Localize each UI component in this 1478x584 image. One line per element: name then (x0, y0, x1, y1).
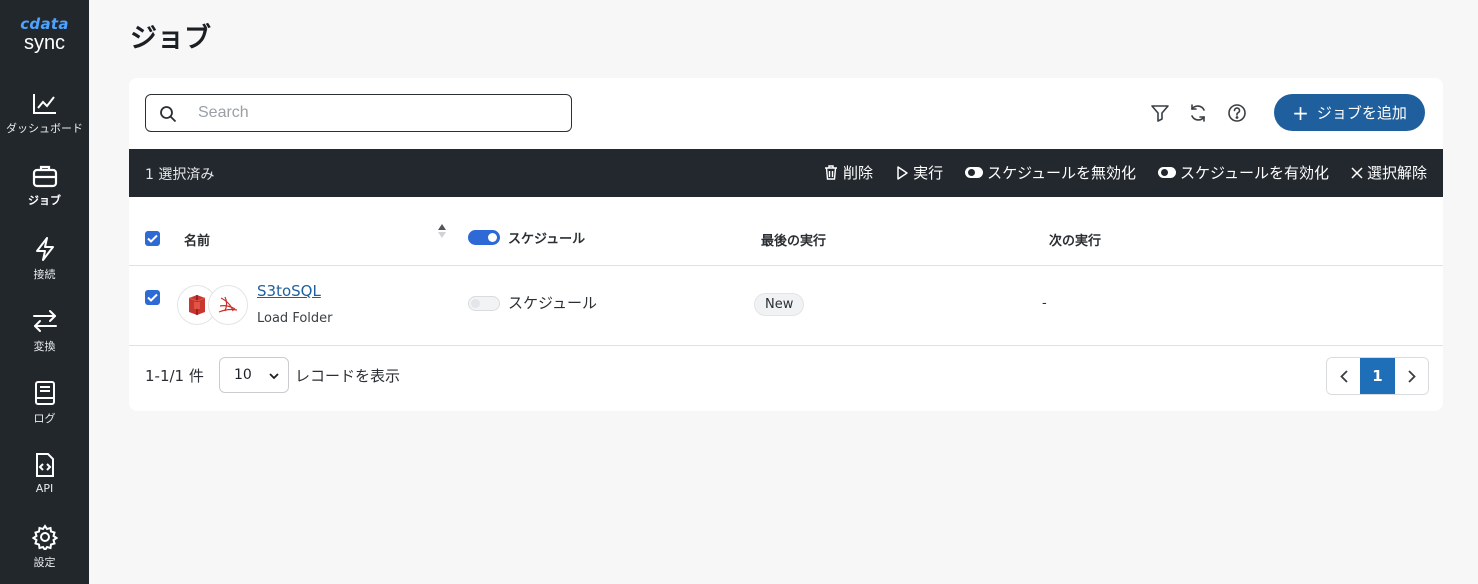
select-all-checkbox[interactable] (145, 231, 160, 246)
toggle-icon (1158, 167, 1177, 178)
disable-schedule-label: スケジュールを無効化 (987, 164, 1137, 182)
table-header: 名前 スケジュール 最後の実行 次の実行 (129, 197, 1443, 266)
selection-bar: 1 選択済み 削除 実行 スケジュールを無効化 スケジュールを有効化 選択解除 (129, 149, 1443, 197)
check-icon (147, 234, 158, 243)
pagination: 1 (1326, 357, 1429, 395)
sidebar-item-logs[interactable]: ログ (0, 380, 89, 426)
check-icon (147, 293, 158, 302)
sidebar-item-label: ログ (33, 412, 56, 425)
job-name-link[interactable]: S3toSQL (257, 282, 321, 300)
sidebar-item-label: 接続 (33, 268, 56, 281)
sidebar-item-label: ダッシュボード (6, 122, 83, 135)
chart-line-icon (32, 94, 56, 114)
next-page-button[interactable] (1395, 358, 1428, 394)
refresh-icon[interactable] (1187, 102, 1209, 124)
page-size-label: レコードを表示 (295, 367, 401, 385)
sql-server-icon (208, 285, 248, 325)
sidebar: cdata sync ダッシュボード ジョブ 接続 変換 ログ API 設定 (0, 0, 89, 584)
search-box (145, 94, 572, 132)
play-icon (897, 165, 908, 180)
page-title: ジョブ (130, 23, 211, 54)
sidebar-item-api[interactable]: API (0, 452, 89, 495)
sidebar-item-label: ジョブ (28, 194, 61, 207)
lightning-icon (35, 237, 54, 261)
selection-count: 1 選択済み (145, 167, 215, 183)
filter-icon[interactable] (1149, 102, 1171, 124)
status-badge: New (754, 293, 805, 316)
run-button[interactable]: 実行 (895, 162, 943, 183)
chevron-left-icon (1339, 369, 1348, 383)
delete-button[interactable]: 削除 (823, 162, 873, 183)
sidebar-item-connections[interactable]: 接続 (0, 236, 89, 282)
enable-schedule-button[interactable]: スケジュールを有効化 (1158, 162, 1329, 183)
page-button-current[interactable]: 1 (1360, 358, 1395, 394)
add-job-button[interactable]: + ジョブを追加 (1274, 94, 1425, 131)
sidebar-item-transforms[interactable]: 変換 (0, 308, 89, 354)
record-count: 1-1/1 件 (145, 367, 204, 385)
deselect-button[interactable]: 選択解除 (1351, 162, 1427, 183)
header-next-run[interactable]: 次の実行 (1049, 230, 1101, 249)
trash-icon (825, 165, 838, 180)
chevron-down-icon (269, 373, 279, 380)
disable-schedule-button[interactable]: スケジュールを無効化 (965, 162, 1136, 183)
next-run-value: - (1042, 296, 1047, 311)
page-size-select[interactable]: 10 (219, 357, 289, 393)
page-size-value: 10 (234, 367, 252, 383)
job-subtitle: Load Folder (257, 311, 333, 326)
table-row: S3toSQL Load Folder スケジュール New - (129, 266, 1443, 346)
gear-icon (31, 524, 58, 550)
toggle-icon (965, 167, 984, 178)
sidebar-item-jobs[interactable]: ジョブ (0, 164, 89, 208)
schedule-header-toggle[interactable] (468, 230, 500, 245)
search-input[interactable] (198, 103, 558, 123)
deselect-label: 選択解除 (1366, 164, 1427, 182)
arrows-swap-icon (32, 310, 57, 332)
code-file-icon (35, 453, 54, 477)
help-icon[interactable] (1226, 102, 1248, 124)
row-checkbox[interactable] (145, 290, 160, 305)
logo-product: sync (23, 32, 66, 54)
delete-label: 削除 (843, 164, 874, 182)
sidebar-item-settings[interactable]: 設定 (0, 524, 89, 570)
app-logo[interactable]: cdata sync (0, 16, 89, 54)
sidebar-item-label: 変換 (33, 340, 56, 353)
enable-schedule-label: スケジュールを有効化 (1180, 164, 1329, 182)
chevron-right-icon (1407, 369, 1416, 383)
header-schedule: スケジュール (508, 232, 586, 247)
header-last-run[interactable]: 最後の実行 (761, 230, 826, 249)
search-icon (160, 106, 177, 123)
header-name[interactable]: 名前 (184, 230, 210, 249)
plus-icon: + (1292, 100, 1309, 125)
schedule-label: スケジュール (508, 294, 597, 312)
briefcase-icon (32, 165, 57, 188)
jobs-card: + ジョブを追加 1 選択済み 削除 実行 スケジュールを無効化 (129, 78, 1443, 411)
book-icon (34, 381, 55, 405)
sort-icon[interactable] (437, 223, 447, 239)
sidebar-item-dashboard[interactable]: ダッシュボード (0, 92, 89, 136)
run-label: 実行 (913, 164, 944, 182)
close-icon (1351, 166, 1363, 179)
schedule-toggle[interactable] (468, 296, 500, 311)
sidebar-item-label: 設定 (33, 556, 56, 569)
logo-brand: cdata (20, 15, 69, 33)
add-job-label: ジョブを追加 (1316, 104, 1407, 122)
sidebar-item-label: API (35, 482, 54, 495)
prev-page-button[interactable] (1327, 358, 1360, 394)
